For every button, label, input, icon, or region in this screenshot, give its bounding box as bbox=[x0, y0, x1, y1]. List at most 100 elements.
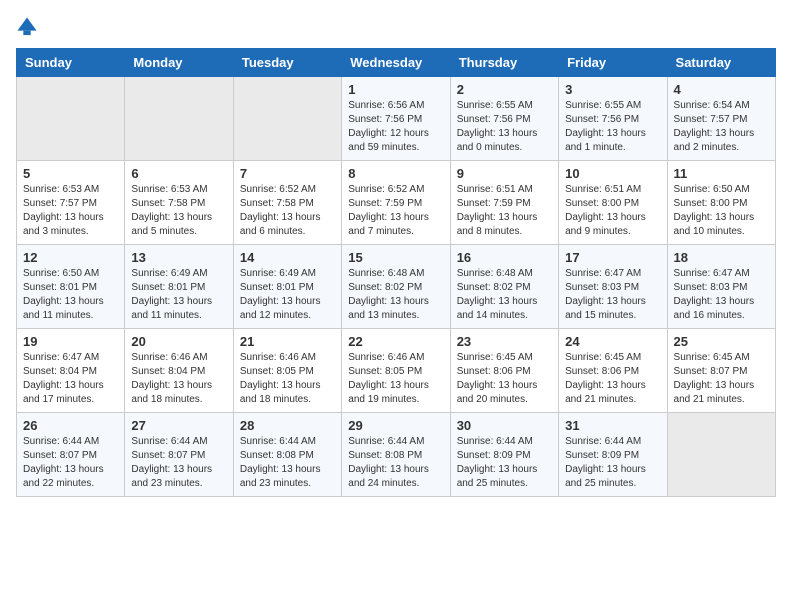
day-number: 18 bbox=[674, 250, 769, 265]
weekday-header-row: SundayMondayTuesdayWednesdayThursdayFrid… bbox=[17, 49, 776, 77]
day-info: Sunrise: 6:50 AMSunset: 8:00 PMDaylight:… bbox=[674, 183, 769, 239]
calendar-cell: 31 Sunrise: 6:44 AMSunset: 8:09 PMDayligh… bbox=[559, 413, 667, 497]
calendar-cell: 23Sunrise: 6:45 AMSunset: 8:06 PMDayligh… bbox=[450, 329, 558, 413]
calendar-cell: 2 Sunrise: 6:55 AMSunset: 7:56 PMDaylight… bbox=[450, 77, 558, 161]
calendar-cell: 27 Sunrise: 6:44 AMSunset: 8:07 PMDayligh… bbox=[125, 413, 233, 497]
calendar-cell: 3 Sunrise: 6:55 AMSunset: 7:56 PMDaylight… bbox=[559, 77, 667, 161]
day-info: Sunrise: 6:45 AMSunset: 8:06 PMDaylight:… bbox=[565, 351, 660, 407]
day-number: 23 bbox=[457, 334, 552, 349]
calendar-cell: 8 Sunrise: 6:52 AMSunset: 7:59 PMDaylight… bbox=[342, 161, 450, 245]
day-info: Sunrise: 6:53 AMSunset: 7:58 PMDaylight:… bbox=[131, 183, 226, 239]
weekday-header-tuesday: Tuesday bbox=[233, 49, 341, 77]
day-number: 29 bbox=[348, 418, 443, 433]
calendar-cell: 15Sunrise: 6:48 AMSunset: 8:02 PMDayligh… bbox=[342, 245, 450, 329]
weekday-header-friday: Friday bbox=[559, 49, 667, 77]
day-number: 12 bbox=[23, 250, 118, 265]
day-number: 10 bbox=[565, 166, 660, 181]
day-info: Sunrise: 6:45 AMSunset: 8:07 PMDaylight:… bbox=[674, 351, 769, 407]
calendar-cell: 25Sunrise: 6:45 AMSunset: 8:07 PMDayligh… bbox=[667, 329, 775, 413]
logo bbox=[16, 16, 40, 38]
calendar-cell: 13Sunrise: 6:49 AMSunset: 8:01 PMDayligh… bbox=[125, 245, 233, 329]
day-number: 7 bbox=[240, 166, 335, 181]
day-info: Sunrise: 6:49 AMSunset: 8:01 PMDaylight:… bbox=[240, 267, 335, 323]
day-number: 19 bbox=[23, 334, 118, 349]
day-info: Sunrise: 6:48 AMSunset: 8:02 PMDaylight:… bbox=[457, 267, 552, 323]
day-info: Sunrise: 6:50 AMSunset: 8:01 PMDaylight:… bbox=[23, 267, 118, 323]
day-info: Sunrise: 6:44 AMSunset: 8:09 PMDaylight:… bbox=[565, 435, 660, 491]
weekday-header-saturday: Saturday bbox=[667, 49, 775, 77]
day-number: 30 bbox=[457, 418, 552, 433]
calendar-cell: 16 Sunrise: 6:48 AMSunset: 8:02 PMDayligh… bbox=[450, 245, 558, 329]
calendar-cell bbox=[125, 77, 233, 161]
calendar-body: 1 Sunrise: 6:56 AMSunset: 7:56 PMDaylight… bbox=[17, 77, 776, 497]
week-row-2: 5 Sunrise: 6:53 AMSunset: 7:57 PMDaylight… bbox=[17, 161, 776, 245]
page-header bbox=[16, 16, 776, 38]
day-info: Sunrise: 6:51 AMSunset: 8:00 PMDaylight:… bbox=[565, 183, 660, 239]
day-number: 24 bbox=[565, 334, 660, 349]
day-info: Sunrise: 6:46 AMSunset: 8:05 PMDaylight:… bbox=[348, 351, 443, 407]
day-number: 2 bbox=[457, 82, 552, 97]
calendar-cell: 14 Sunrise: 6:49 AMSunset: 8:01 PMDayligh… bbox=[233, 245, 341, 329]
calendar-cell bbox=[17, 77, 125, 161]
day-number: 16 bbox=[457, 250, 552, 265]
calendar-cell: 1 Sunrise: 6:56 AMSunset: 7:56 PMDaylight… bbox=[342, 77, 450, 161]
day-info: Sunrise: 6:46 AMSunset: 8:05 PMDaylight:… bbox=[240, 351, 335, 407]
day-info: Sunrise: 6:55 AMSunset: 7:56 PMDaylight:… bbox=[565, 99, 660, 155]
day-info: Sunrise: 6:44 AMSunset: 8:08 PMDaylight:… bbox=[348, 435, 443, 491]
day-number: 6 bbox=[131, 166, 226, 181]
week-row-3: 12 Sunrise: 6:50 AMSunset: 8:01 PMDayligh… bbox=[17, 245, 776, 329]
calendar-table: SundayMondayTuesdayWednesdayThursdayFrid… bbox=[16, 48, 776, 497]
day-number: 21 bbox=[240, 334, 335, 349]
calendar-cell: 7 Sunrise: 6:52 AMSunset: 7:58 PMDaylight… bbox=[233, 161, 341, 245]
day-info: Sunrise: 6:56 AMSunset: 7:56 PMDaylight:… bbox=[348, 99, 443, 155]
day-info: Sunrise: 6:53 AMSunset: 7:57 PMDaylight:… bbox=[23, 183, 118, 239]
day-info: Sunrise: 6:47 AMSunset: 8:03 PMDaylight:… bbox=[565, 267, 660, 323]
day-number: 17 bbox=[565, 250, 660, 265]
day-number: 8 bbox=[348, 166, 443, 181]
calendar-cell: 19 Sunrise: 6:47 AMSunset: 8:04 PMDayligh… bbox=[17, 329, 125, 413]
week-row-5: 26 Sunrise: 6:44 AMSunset: 8:07 PMDayligh… bbox=[17, 413, 776, 497]
weekday-header-thursday: Thursday bbox=[450, 49, 558, 77]
calendar-cell: 9 Sunrise: 6:51 AMSunset: 7:59 PMDaylight… bbox=[450, 161, 558, 245]
day-info: Sunrise: 6:51 AMSunset: 7:59 PMDaylight:… bbox=[457, 183, 552, 239]
calendar-cell: 22 Sunrise: 6:46 AMSunset: 8:05 PMDayligh… bbox=[342, 329, 450, 413]
calendar-cell: 26Sunrise: 6:44 AMSunset: 8:07 PMDayligh… bbox=[17, 413, 125, 497]
calendar-cell: 10 Sunrise: 6:51 AMSunset: 8:00 PMDayligh… bbox=[559, 161, 667, 245]
calendar-cell: 12 Sunrise: 6:50 AMSunset: 8:01 PMDayligh… bbox=[17, 245, 125, 329]
calendar-cell bbox=[667, 413, 775, 497]
day-number: 26 bbox=[23, 418, 118, 433]
calendar-cell: 21 Sunrise: 6:46 AMSunset: 8:05 PMDayligh… bbox=[233, 329, 341, 413]
weekday-header-monday: Monday bbox=[125, 49, 233, 77]
day-number: 28 bbox=[240, 418, 335, 433]
logo-icon bbox=[16, 16, 38, 38]
day-info: Sunrise: 6:52 AMSunset: 7:59 PMDaylight:… bbox=[348, 183, 443, 239]
day-info: Sunrise: 6:44 AMSunset: 8:09 PMDaylight:… bbox=[457, 435, 552, 491]
day-number: 22 bbox=[348, 334, 443, 349]
day-number: 9 bbox=[457, 166, 552, 181]
day-number: 5 bbox=[23, 166, 118, 181]
day-number: 1 bbox=[348, 82, 443, 97]
calendar-cell bbox=[233, 77, 341, 161]
calendar-cell: 6 Sunrise: 6:53 AMSunset: 7:58 PMDaylight… bbox=[125, 161, 233, 245]
week-row-4: 19 Sunrise: 6:47 AMSunset: 8:04 PMDayligh… bbox=[17, 329, 776, 413]
day-number: 14 bbox=[240, 250, 335, 265]
day-number: 27 bbox=[131, 418, 226, 433]
day-info: Sunrise: 6:47 AMSunset: 8:03 PMDaylight:… bbox=[674, 267, 769, 323]
day-info: Sunrise: 6:47 AMSunset: 8:04 PMDaylight:… bbox=[23, 351, 118, 407]
calendar-cell: 5 Sunrise: 6:53 AMSunset: 7:57 PMDaylight… bbox=[17, 161, 125, 245]
weekday-header-sunday: Sunday bbox=[17, 49, 125, 77]
day-info: Sunrise: 6:52 AMSunset: 7:58 PMDaylight:… bbox=[240, 183, 335, 239]
day-number: 11 bbox=[674, 166, 769, 181]
calendar-cell: 17 Sunrise: 6:47 AMSunset: 8:03 PMDayligh… bbox=[559, 245, 667, 329]
day-number: 3 bbox=[565, 82, 660, 97]
day-number: 13 bbox=[131, 250, 226, 265]
calendar-cell: 28Sunrise: 6:44 AMSunset: 8:08 PMDayligh… bbox=[233, 413, 341, 497]
calendar-cell: 29 Sunrise: 6:44 AMSunset: 8:08 PMDayligh… bbox=[342, 413, 450, 497]
day-number: 20 bbox=[131, 334, 226, 349]
day-info: Sunrise: 6:55 AMSunset: 7:56 PMDaylight:… bbox=[457, 99, 552, 155]
calendar-cell: 20Sunrise: 6:46 AMSunset: 8:04 PMDayligh… bbox=[125, 329, 233, 413]
day-info: Sunrise: 6:44 AMSunset: 8:07 PMDaylight:… bbox=[131, 435, 226, 491]
day-number: 31 bbox=[565, 418, 660, 433]
calendar-cell: 11 Sunrise: 6:50 AMSunset: 8:00 PMDayligh… bbox=[667, 161, 775, 245]
day-number: 4 bbox=[674, 82, 769, 97]
